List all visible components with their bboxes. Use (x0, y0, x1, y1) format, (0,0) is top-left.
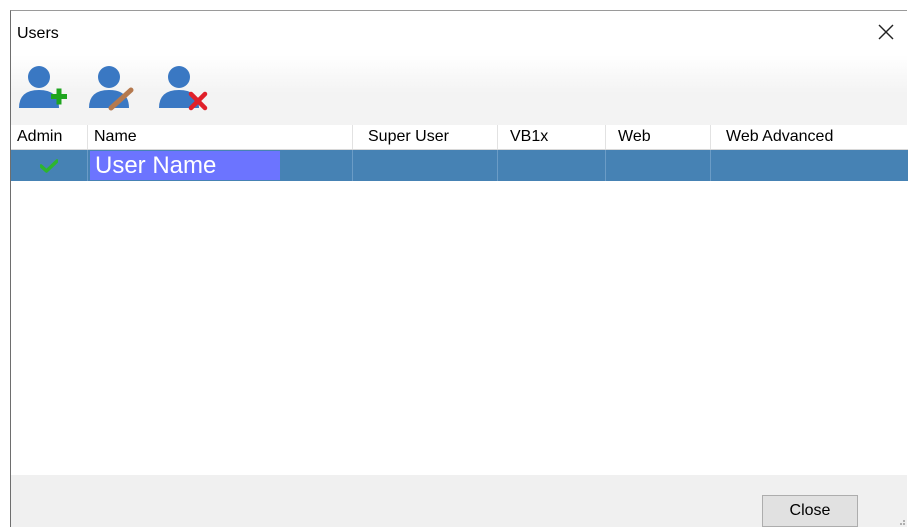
column-header-web-advanced[interactable]: Web Advanced (711, 125, 908, 149)
title-bar: Users (11, 11, 907, 55)
web-advanced-cell[interactable] (711, 150, 908, 181)
close-button[interactable]: Close (762, 495, 858, 527)
admin-cell[interactable] (11, 150, 88, 181)
super-user-cell[interactable] (353, 150, 498, 181)
delete-user-icon (159, 66, 208, 111)
column-header-vb1x[interactable]: VB1x (498, 125, 606, 149)
table-row[interactable]: User Name (11, 150, 908, 181)
add-user-icon (19, 66, 67, 108)
users-dialog: Users Admin Name Super User VB1x Web Web… (10, 10, 908, 527)
toolbar (11, 55, 907, 125)
name-edit-field[interactable]: User Name (90, 151, 280, 180)
users-grid[interactable]: Admin Name Super User VB1x Web Web Advan… (11, 125, 908, 475)
column-header-web[interactable]: Web (606, 125, 711, 149)
edit-user-button[interactable] (83, 63, 145, 113)
add-user-button[interactable] (13, 63, 75, 113)
column-header-admin[interactable]: Admin (11, 125, 88, 149)
resize-grip-icon[interactable] (897, 517, 905, 525)
grid-header: Admin Name Super User VB1x Web Web Advan… (11, 125, 908, 150)
vb1x-cell[interactable] (498, 150, 606, 181)
edit-user-icon (89, 66, 134, 111)
dialog-title: Users (17, 25, 59, 42)
web-cell[interactable] (606, 150, 711, 181)
delete-user-button[interactable] (153, 63, 215, 113)
check-icon (40, 158, 58, 173)
dialog-footer: Close (11, 475, 907, 527)
column-header-super-user[interactable]: Super User (353, 125, 498, 149)
close-icon[interactable] (871, 17, 901, 47)
name-cell[interactable]: User Name (88, 150, 353, 181)
column-header-name[interactable]: Name (88, 125, 353, 149)
